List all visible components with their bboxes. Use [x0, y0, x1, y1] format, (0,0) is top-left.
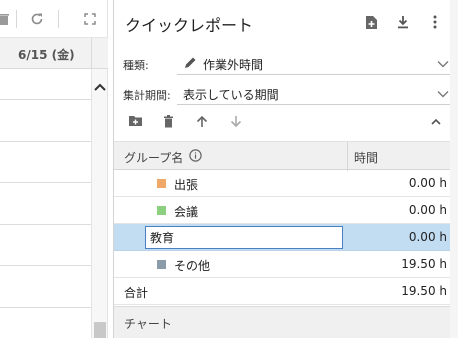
group-name: 出張	[174, 178, 199, 192]
grid-line	[0, 224, 92, 225]
toolbar-separator	[16, 10, 17, 28]
grid-line	[0, 99, 92, 100]
table-header: グループ名 時間	[114, 141, 458, 171]
type-value: 作業外時間	[203, 58, 264, 72]
expand-icon[interactable]	[82, 11, 98, 27]
period-value: 表示している期間	[183, 88, 279, 102]
calendar-grid[interactable]	[0, 69, 92, 338]
chart-section-header[interactable]: チャート	[114, 306, 458, 338]
column-divider[interactable]	[347, 142, 348, 171]
total-label: 合計	[124, 286, 149, 300]
panel-scrollbar[interactable]	[450, 0, 458, 338]
calendar-pane: 6/15 (金)	[0, 0, 108, 338]
trash-icon[interactable]	[160, 113, 176, 129]
group-name: その他	[174, 259, 211, 273]
grid-line	[0, 182, 92, 183]
scrollbar-thumb[interactable]	[94, 322, 106, 338]
toolbar-separator	[58, 10, 59, 28]
total-time: 19.50 h	[401, 284, 447, 298]
arrow-up-icon[interactable]	[194, 113, 210, 129]
type-select[interactable]: 作業外時間	[177, 51, 453, 75]
time-header[interactable]: 時間	[354, 149, 378, 166]
period-label: 集計期間:	[123, 89, 171, 102]
group-time: 0.00 h	[408, 176, 447, 190]
more-vertical-icon[interactable]	[427, 14, 443, 30]
grid-line	[0, 265, 92, 266]
panel-title: クイックレポート	[125, 16, 254, 35]
quick-report-panel: クイックレポート 種類: 作業外時間 集計期間: 表示している期間 グループ名 …	[113, 0, 458, 338]
type-label: 種類:	[123, 59, 149, 72]
chevron-up-icon[interactable]	[92, 79, 108, 95]
calendar-scrollbar[interactable]	[91, 69, 107, 338]
group-name: 会議	[174, 205, 199, 219]
table-row-selected[interactable]: 0.00 h	[114, 224, 458, 251]
group-name-header[interactable]: グループ名	[124, 149, 183, 166]
group-time: 0.00 h	[408, 230, 447, 244]
color-swatch	[157, 260, 166, 269]
calendar-toolbar	[0, 0, 108, 38]
period-select[interactable]: 表示している期間	[177, 81, 453, 105]
grid-line	[0, 307, 92, 308]
color-swatch	[157, 179, 166, 188]
table-row[interactable]: 会議 0.00 h	[114, 197, 458, 224]
chevron-down-icon	[437, 87, 449, 99]
total-row: 合計 19.50 h	[114, 278, 458, 305]
column-divider	[91, 38, 92, 69]
group-time: 19.50 h	[401, 257, 447, 271]
add-folder-icon[interactable]	[127, 113, 143, 129]
table-row[interactable]: その他 19.50 h	[114, 251, 458, 278]
chevron-down-icon	[437, 57, 449, 69]
pencil-icon	[183, 56, 197, 70]
collapse-icon[interactable]	[428, 113, 444, 129]
table-row[interactable]: 出張 0.00 h	[114, 170, 458, 197]
color-swatch	[157, 206, 166, 215]
group-name-input[interactable]	[145, 226, 343, 249]
trash-icon[interactable]	[0, 11, 12, 27]
arrow-down-icon[interactable]	[228, 113, 244, 129]
new-file-icon[interactable]	[363, 14, 379, 30]
chart-section-label: チャート	[124, 317, 172, 331]
refresh-icon[interactable]	[29, 11, 45, 27]
info-icon[interactable]	[189, 149, 202, 162]
date-column-header[interactable]: 6/15 (金)	[0, 38, 108, 69]
download-icon[interactable]	[395, 14, 411, 30]
grid-line	[0, 141, 92, 142]
date-header-label: 6/15 (金)	[18, 48, 75, 62]
group-time: 0.00 h	[408, 203, 447, 217]
